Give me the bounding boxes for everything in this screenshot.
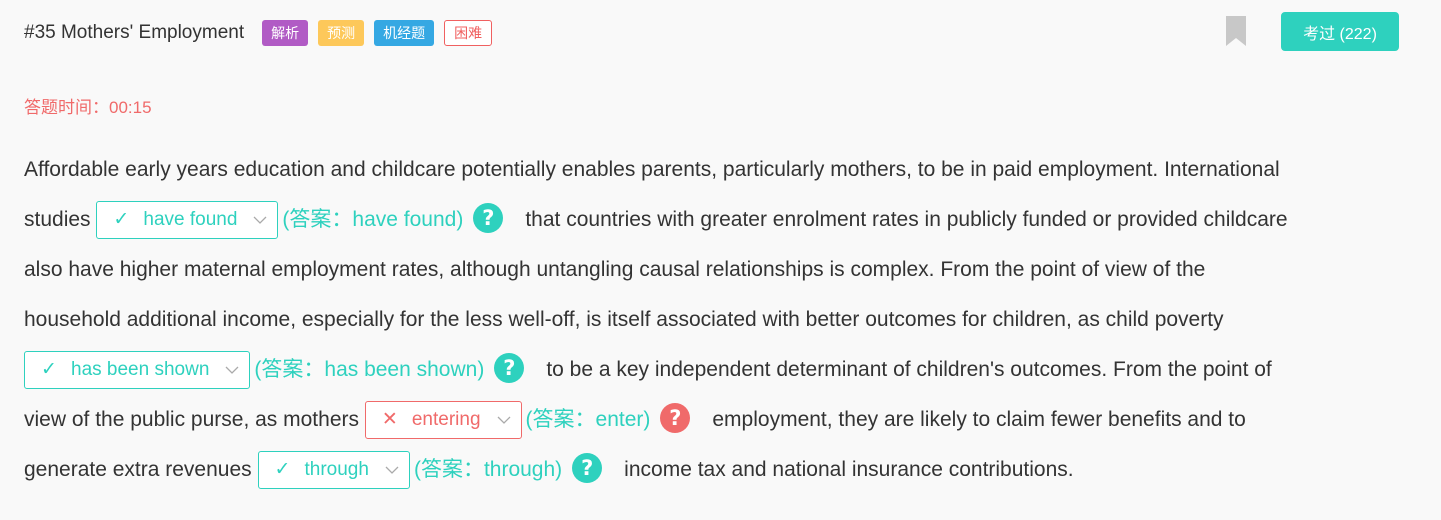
check-icon: ✓ <box>274 459 291 481</box>
passage-text: to be a key independent determinant of c… <box>546 358 1272 381</box>
cross-icon: ✕ <box>381 409 398 431</box>
chevron-down-icon <box>385 466 399 475</box>
answer-timer: 答题时间：00:15 <box>24 98 152 117</box>
passage-text: generate extra revenues <box>24 458 252 481</box>
tag-difficulty: 困难 <box>444 20 493 46</box>
answer-key: (答案：enter) <box>525 408 651 431</box>
passage-text: Affordable early years education and chi… <box>24 158 1280 181</box>
exam-count-button[interactable]: 考过 (222) <box>1281 12 1399 51</box>
answer-key: (答案：has been shown) <box>254 358 485 381</box>
check-icon: ✓ <box>41 359 57 381</box>
chevron-down-icon <box>225 366 239 375</box>
tag-machine-question: 机经题 <box>374 20 435 46</box>
help-icon[interactable]: ? <box>660 403 691 434</box>
passage-text: that countries with greater enrolment ra… <box>525 208 1288 231</box>
passage-text: studies <box>24 208 91 231</box>
blank-dropdown-1[interactable]: ✓ have found <box>96 201 279 240</box>
blank-selected-value: entering <box>411 409 481 431</box>
tag-predict: 预测 <box>318 20 365 46</box>
blank-selected-value: through <box>304 459 369 481</box>
blank-dropdown-4[interactable]: ✓ through <box>257 451 410 490</box>
chevron-down-icon <box>497 416 511 425</box>
bookmark-icon[interactable] <box>1226 16 1246 46</box>
blank-selected-value: have found <box>143 209 238 231</box>
passage: Affordable early years education and chi… <box>24 145 1419 495</box>
blank-dropdown-3[interactable]: ✕ entering <box>364 401 522 440</box>
answer-key: (答案：have found) <box>282 208 464 231</box>
blank-selected-value: has been shown <box>71 359 210 381</box>
help-icon[interactable]: ? <box>473 203 504 234</box>
passage-text: also have higher maternal employment rat… <box>24 258 1206 281</box>
tag-analysis[interactable]: 解析 <box>262 20 309 46</box>
help-icon[interactable]: ? <box>572 453 603 484</box>
question-header: #35 Mothers' Employment 解析 预测 机经题 困难 <box>24 18 502 48</box>
passage-text: employment, they are likely to claim few… <box>712 408 1246 431</box>
answer-key: (答案：through) <box>413 458 563 481</box>
check-icon: ✓ <box>113 209 130 231</box>
question-title: #35 Mothers' Employment <box>24 22 245 43</box>
chevron-down-icon <box>253 216 267 225</box>
help-icon[interactable]: ? <box>494 353 525 384</box>
blank-dropdown-2[interactable]: ✓ has been shown <box>24 351 251 390</box>
passage-text: household additional income, especially … <box>24 308 1224 331</box>
passage-text: view of the public purse, as mothers <box>24 408 359 431</box>
passage-text: income tax and national insurance contri… <box>624 458 1074 481</box>
